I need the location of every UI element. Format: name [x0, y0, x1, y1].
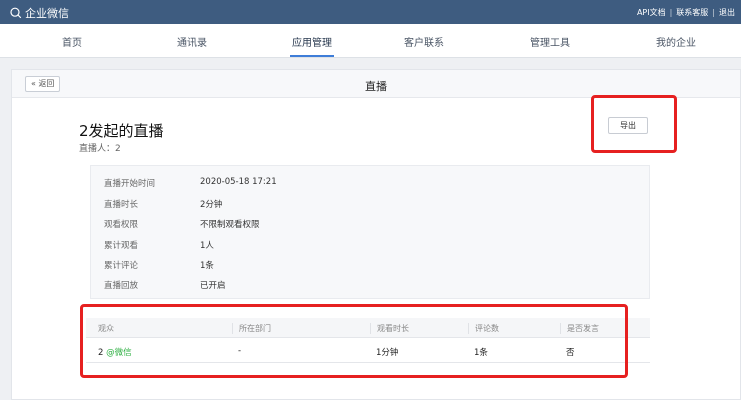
- main-nav: 首页 通讯录 应用管理 客户联系 管理工具 我的企业: [0, 24, 741, 58]
- app-name: 企业微信: [25, 7, 69, 20]
- live-info-box: 直播开始时间 2020-05-18 17:21 直播时长 2分钟 观看权限 不限…: [90, 165, 650, 299]
- contact-support-link[interactable]: 联系客服: [676, 7, 708, 18]
- nav-item-contacts[interactable]: 通讯录: [152, 34, 232, 49]
- info-label: 累计评论: [104, 261, 139, 271]
- info-label: 直播时长: [104, 200, 139, 210]
- panel-header: « 返回 直播: [12, 70, 740, 98]
- info-label: 直播开始时间: [104, 179, 156, 189]
- api-docs-link[interactable]: API文档: [637, 7, 666, 18]
- info-value: 已开启: [200, 281, 226, 291]
- nav-item-home[interactable]: 首页: [32, 34, 112, 49]
- top-bar: 企业微信 API文档 | 联系客服 | 退出: [0, 0, 741, 24]
- info-value: 2分钟: [200, 200, 223, 210]
- nav-item-management-tools[interactable]: 管理工具: [510, 34, 590, 49]
- live-host: 直播人：2: [79, 144, 121, 154]
- table-highlight-box: [80, 304, 628, 378]
- separator: |: [712, 8, 715, 17]
- info-label: 累计观看: [104, 241, 139, 251]
- info-value: 不限制观看权限: [200, 220, 260, 230]
- nav-item-app-management[interactable]: 应用管理: [272, 34, 352, 57]
- page-title: 直播: [365, 80, 387, 93]
- logout-link[interactable]: 退出: [719, 7, 735, 18]
- nav-item-my-enterprise[interactable]: 我的企业: [636, 34, 716, 49]
- separator: |: [669, 8, 673, 17]
- info-label: 直播回放: [104, 281, 139, 291]
- export-highlight-box: [591, 95, 677, 153]
- nav-item-customer-contact[interactable]: 客户联系: [384, 34, 464, 49]
- app-logo[interactable]: 企业微信: [10, 5, 69, 21]
- info-value: 1人: [200, 241, 214, 251]
- top-links: API文档 | 联系客服 | 退出: [637, 7, 735, 18]
- live-title: 2发起的直播: [79, 122, 164, 140]
- info-label: 观看权限: [104, 220, 139, 230]
- info-value: 1条: [200, 261, 214, 271]
- wecom-logo-icon: [10, 7, 22, 19]
- info-value: 2020-05-18 17:21: [200, 177, 277, 187]
